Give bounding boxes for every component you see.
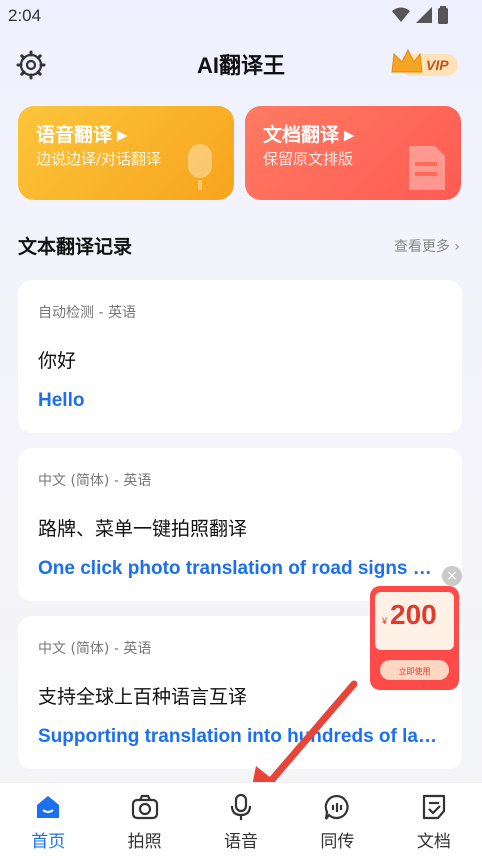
chevron-right-icon: › <box>454 239 460 255</box>
tab-home[interactable]: 首页 <box>0 783 96 856</box>
microphone-icon <box>230 793 252 820</box>
vip-badge[interactable]: VIP <box>390 48 460 80</box>
record-card[interactable]: 中文 (简体) - 英语 路牌、菜单一键拍照翻译 One click photo… <box>18 448 462 601</box>
record-language-pair: 中文 (简体) - 英语 <box>38 641 152 657</box>
tab-label: 语音 <box>224 832 259 852</box>
microphone-decor-icon <box>188 144 212 190</box>
battery-icon <box>438 6 448 24</box>
signal-icon <box>416 7 432 23</box>
promo-close-button[interactable]: × <box>442 566 462 586</box>
view-more-link[interactable]: 查看更多 › <box>394 236 460 256</box>
coupon-promo[interactable]: ¥ 200 立即使用 <box>370 586 459 690</box>
document-icon <box>422 794 445 820</box>
document-translate-card[interactable]: 文档翻译 ▸ 保留原文排版 <box>245 106 461 200</box>
voice-translate-card[interactable]: 语音翻译 ▸ 边说边译/对话翻译 <box>18 106 234 200</box>
voice-translate-title: 语音翻译 ▸ <box>36 125 127 146</box>
tab-document[interactable]: 文档 <box>386 783 482 856</box>
coupon-amount: 200 <box>390 599 437 630</box>
document-decor-icon <box>409 146 445 190</box>
tab-label: 文档 <box>416 832 451 852</box>
tab-camera[interactable]: 拍照 <box>96 783 192 856</box>
document-translate-subtitle: 保留原文排版 <box>263 150 354 168</box>
record-source-text: 支持全球上百种语言互译 <box>38 686 248 708</box>
coupon-currency: ¥ <box>381 616 388 626</box>
home-icon <box>37 796 60 818</box>
record-source-text: 路牌、菜单一键拍照翻译 <box>38 518 248 540</box>
crown-icon <box>391 48 423 73</box>
record-source-text: 你好 <box>38 350 77 372</box>
section-title: 文本翻译记录 <box>18 236 133 258</box>
tab-label: 首页 <box>31 832 66 852</box>
coupon-use-button: 立即使用 <box>399 666 431 676</box>
record-language-pair: 自动检测 - 英语 <box>38 305 136 321</box>
tab-label: 同传 <box>320 832 355 852</box>
app-header: AI翻译王 VIP <box>0 40 482 88</box>
status-time: 2:04 <box>8 6 42 25</box>
voice-bubble-icon <box>325 794 350 820</box>
record-translated-text: One click photo translation of road sign… <box>38 558 442 579</box>
status-icons <box>392 6 448 24</box>
tab-simultaneous[interactable]: 同传 <box>289 783 385 856</box>
bottom-tab-bar: 首页 拍照 语音 同传 文档 <box>0 782 482 856</box>
status-bar: 2:04 <box>0 0 482 32</box>
document-translate-title: 文档翻译 ▸ <box>263 125 354 146</box>
wifi-icon <box>392 7 410 22</box>
record-translated-text: Hello <box>38 390 85 411</box>
record-language-pair: 中文 (简体) - 英语 <box>38 473 152 489</box>
tab-voice[interactable]: 语音 <box>193 783 289 856</box>
voice-translate-subtitle: 边说边译/对话翻译 <box>36 150 162 168</box>
tab-label: 拍照 <box>127 832 162 852</box>
record-card[interactable]: 自动检测 - 英语 你好 Hello <box>18 280 462 433</box>
camera-icon <box>131 794 158 820</box>
vip-label: VIP <box>426 57 449 73</box>
